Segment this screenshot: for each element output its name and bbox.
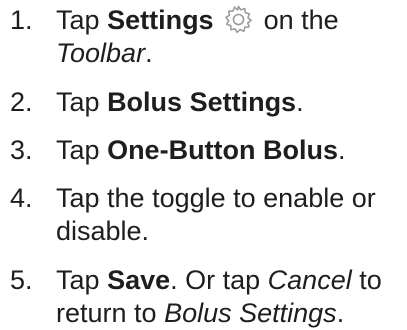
settings-label: Settings bbox=[107, 5, 214, 35]
step-number: 4. bbox=[10, 183, 33, 213]
step-text: Tap the toggle to enable or disable. bbox=[56, 182, 401, 248]
cancel-label: Cancel bbox=[267, 265, 352, 295]
bolus-settings-italic-label: Bolus Settings bbox=[164, 298, 337, 328]
step-text-pre: Tap bbox=[56, 5, 100, 35]
step-text: Tap One-Button Bolus. bbox=[56, 134, 401, 167]
step-number: 5. bbox=[10, 265, 33, 295]
step-text-end: . bbox=[338, 135, 346, 165]
step-text-end: . bbox=[296, 87, 304, 117]
step-text: Tap Settings on the Toolbar. bbox=[56, 4, 401, 70]
step-text-pre: Tap bbox=[56, 87, 100, 117]
step-text-end: . bbox=[336, 298, 345, 328]
toolbar-label: Toolbar bbox=[56, 38, 146, 68]
step-text-line2-pre: return to bbox=[56, 298, 157, 328]
step-text-mid: . Or tap bbox=[170, 265, 261, 295]
save-label: Save bbox=[107, 265, 171, 295]
step-text-mid2: to bbox=[359, 265, 382, 295]
step-text-line1: Tap the toggle to enable or bbox=[56, 183, 376, 213]
step-number: 1. bbox=[10, 5, 33, 35]
step-text-mid: on the bbox=[263, 5, 339, 35]
step-text-line2: disable. bbox=[56, 216, 150, 246]
bolus-settings-label: Bolus Settings bbox=[107, 87, 297, 117]
step-text-end: . bbox=[145, 38, 153, 68]
step-text-pre: Tap bbox=[56, 135, 100, 165]
step-text-pre: Tap bbox=[56, 265, 100, 295]
step-text: Tap Bolus Settings. bbox=[56, 86, 401, 119]
step-number: 2. bbox=[10, 87, 33, 117]
one-button-bolus-label: One-Button Bolus bbox=[107, 135, 339, 165]
step-text: Tap Save. Or tap Cancel to return to Bol… bbox=[56, 264, 401, 330]
gear-icon bbox=[223, 4, 254, 35]
step-number: 3. bbox=[10, 135, 33, 165]
